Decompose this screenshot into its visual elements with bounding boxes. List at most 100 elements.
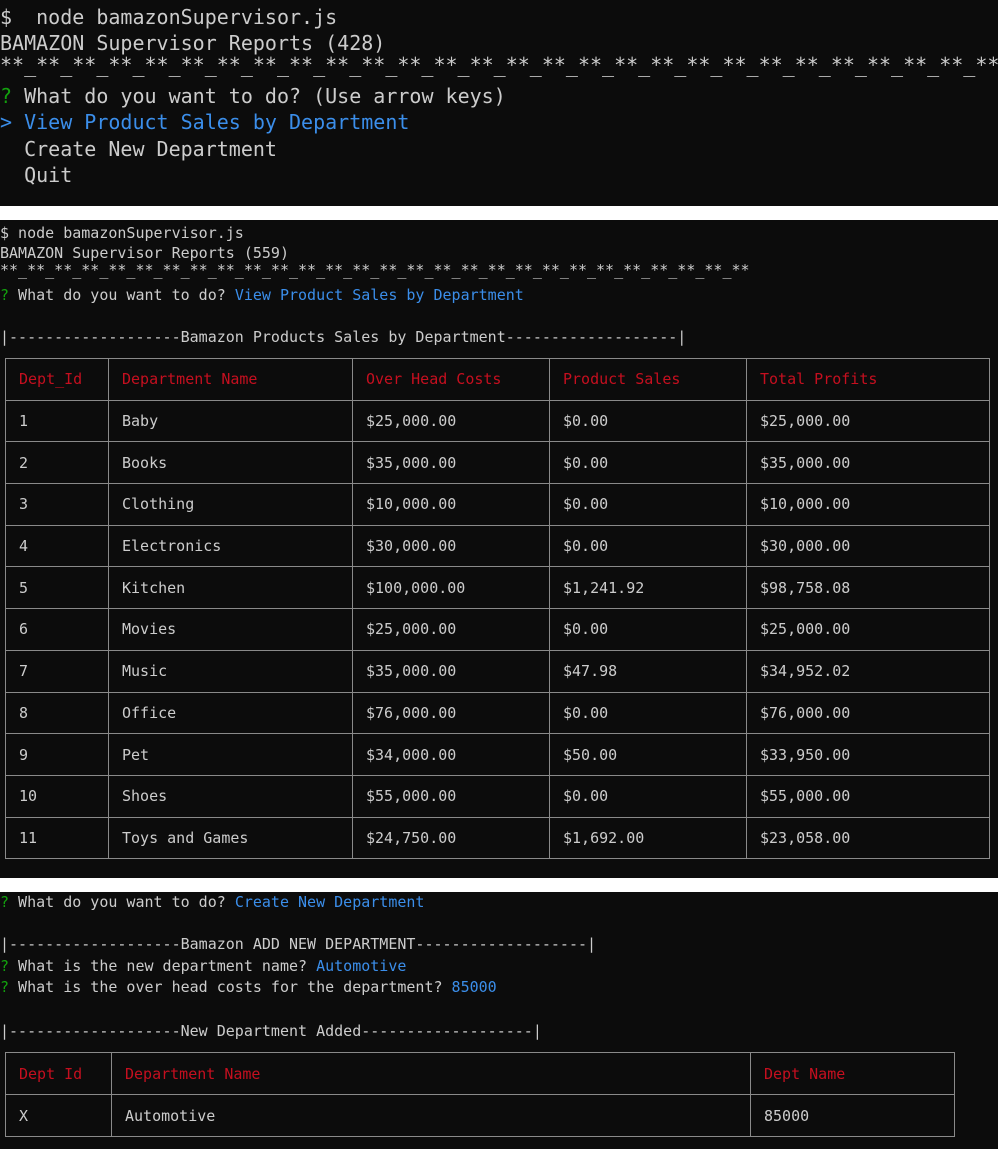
- table-cell: Movies: [108, 608, 353, 651]
- header-over-head-costs: Over Head Costs: [352, 358, 550, 401]
- table-cell: $30,000.00: [352, 524, 550, 568]
- table-row: 10 Shoes $55,000.00 $0.00 $55,000.00: [5, 774, 990, 818]
- table-cell: Automotive: [111, 1094, 751, 1137]
- table-header-row: Dept_Id Department Name Over Head Costs …: [5, 358, 990, 401]
- table-cell: $0.00: [549, 441, 747, 485]
- table-cell: 11: [5, 816, 109, 860]
- table-row: 11 Toys and Games $24,750.00 $1,692.00 $23,0…: [5, 816, 990, 860]
- add-department-banner: |-------------------Bamazon ADD NEW DEPA…: [0, 935, 597, 953]
- table-cell: 8: [5, 691, 109, 735]
- table-cell: 85000: [750, 1094, 955, 1137]
- table-cell: $98,758.08: [746, 566, 990, 610]
- sales-table: Dept_Id Department Name Over Head Costs …: [5, 358, 990, 860]
- table-cell: $0.00: [549, 483, 747, 526]
- table-cell: $34,000.00: [352, 733, 550, 776]
- table-cell: $0.00: [549, 774, 747, 818]
- header-dept-id: Dept Id: [5, 1052, 112, 1095]
- table-cell: Toys and Games: [108, 816, 353, 860]
- table-cell: $0.00: [549, 691, 747, 735]
- table-cell: $24,750.00: [352, 816, 550, 860]
- table-row: 7 Music $35,000.00 $47.98 $34,952.02: [5, 649, 990, 693]
- table-cell: $10,000.00: [352, 483, 550, 526]
- table-cell: $35,000.00: [352, 649, 550, 693]
- table-row: X Automotive 85000: [5, 1094, 955, 1137]
- table-cell: Clothing: [108, 483, 353, 526]
- table-cell: $35,000.00: [746, 441, 990, 485]
- prompt-text: What do you want to do? (Use arrow keys): [12, 84, 506, 108]
- table-cell: 3: [5, 483, 109, 526]
- question-department-name: ? What is the new department name? Autom…: [0, 956, 406, 976]
- table-cell: 4: [5, 524, 109, 568]
- table-cell: $55,000.00: [746, 774, 990, 818]
- table-cell: $34,952.02: [746, 649, 990, 693]
- prompt-line: ? What do you want to do? View Product S…: [0, 285, 524, 305]
- new-department-table: Dept Id Department Name Dept Name X Autom…: [5, 1052, 955, 1137]
- table-cell: X: [5, 1094, 112, 1137]
- header-department-name: Department Name: [111, 1052, 751, 1095]
- question-text: What is the over head costs for the depa…: [9, 978, 452, 996]
- table-cell: $47.98: [549, 649, 747, 693]
- prompt-marker: ?: [0, 286, 10, 304]
- table-cell: $30,000.00: [746, 524, 990, 568]
- table-cell: 1: [5, 399, 109, 443]
- table-cell: $0.00: [549, 524, 747, 568]
- department-added-banner: |-------------------New Department Added…: [0, 1022, 542, 1040]
- header-product-sales: Product Sales: [549, 358, 747, 401]
- table-cell: $25,000.00: [746, 399, 990, 443]
- table-cell: $0.00: [549, 608, 747, 651]
- table-row: 1 Baby $25,000.00 $0.00 $25,000.00: [5, 399, 990, 443]
- table-cell: Books: [108, 441, 353, 485]
- table-cell: $33,950.00: [746, 733, 990, 776]
- header-dept-id: Dept_Id: [5, 358, 109, 401]
- separator-stars: **_**_**_**_**_**_**_**_**_**_**_**_**_*…: [0, 53, 998, 77]
- table-cell: 5: [5, 566, 109, 610]
- prompt-answer: View Product Sales by Department: [234, 286, 524, 304]
- prompt-text: What do you want to do?: [9, 893, 235, 911]
- prompt-line: ? What do you want to do? Create New Dep…: [0, 892, 424, 912]
- prompt-marker: ?: [0, 893, 10, 911]
- table-row: 4 Electronics $30,000.00 $0.00 $30,000.00: [5, 524, 990, 568]
- table-cell: Pet: [108, 733, 353, 776]
- question-text: What is the new department name?: [9, 957, 317, 975]
- table-cell: 9: [5, 733, 109, 776]
- table-cell: $100,000.00: [352, 566, 550, 610]
- answer-department-name: Automotive: [316, 957, 407, 975]
- menu-item-view-product-sales[interactable]: > View Product Sales by Department: [0, 109, 409, 135]
- table-row: 9 Pet $34,000.00 $50.00 $33,950.00: [5, 733, 990, 776]
- answer-over-head-costs: 85000: [451, 978, 497, 996]
- table-cell: $1,241.92: [549, 566, 747, 610]
- table-cell: 7: [5, 649, 109, 693]
- report-banner: |-------------------Bamazon Products Sal…: [0, 328, 687, 346]
- table-cell: $10,000.00: [746, 483, 990, 526]
- command-line: $ node bamazonSupervisor.js: [0, 224, 244, 242]
- prompt-text: What do you want to do?: [9, 286, 235, 304]
- header-dept-name: Dept Name: [750, 1052, 955, 1095]
- table-cell: Baby: [108, 399, 353, 443]
- separator-stars: **_**_**_**_**_**_**_**_**_**_**_**_**_*…: [0, 261, 750, 279]
- header-total-profits: Total Profits: [746, 358, 990, 401]
- command-line: $ node bamazonSupervisor.js: [0, 5, 338, 29]
- table-cell: Office: [108, 691, 353, 735]
- terminal-panel-menu: $ node bamazonSupervisor.js BAMAZON Supe…: [0, 0, 998, 206]
- table-cell: 10: [5, 774, 109, 818]
- menu-item-quit[interactable]: Quit: [0, 162, 72, 188]
- terminal-panel-sales-report: $ node bamazonSupervisor.js BAMAZON Supe…: [0, 220, 998, 878]
- prompt-line: ? What do you want to do? (Use arrow key…: [0, 83, 506, 109]
- menu-item-create-department[interactable]: Create New Department: [0, 136, 277, 162]
- table-cell: Shoes: [108, 774, 353, 818]
- prompt-marker: ?: [0, 84, 13, 108]
- table-cell: $25,000.00: [746, 608, 990, 651]
- question-over-head-costs: ? What is the over head costs for the de…: [0, 977, 497, 997]
- table-header-row: Dept Id Department Name Dept Name: [5, 1052, 955, 1095]
- table-cell: Kitchen: [108, 566, 353, 610]
- table-cell: 6: [5, 608, 109, 651]
- table-cell: $35,000.00: [352, 441, 550, 485]
- table-cell: $76,000.00: [352, 691, 550, 735]
- table-row: 6 Movies $25,000.00 $0.00 $25,000.00: [5, 608, 990, 651]
- table-cell: Music: [108, 649, 353, 693]
- table-cell: $25,000.00: [352, 608, 550, 651]
- prompt-marker: ?: [0, 978, 10, 996]
- prompt-marker: ?: [0, 957, 10, 975]
- table-cell: Electronics: [108, 524, 353, 568]
- table-cell: 2: [5, 441, 109, 485]
